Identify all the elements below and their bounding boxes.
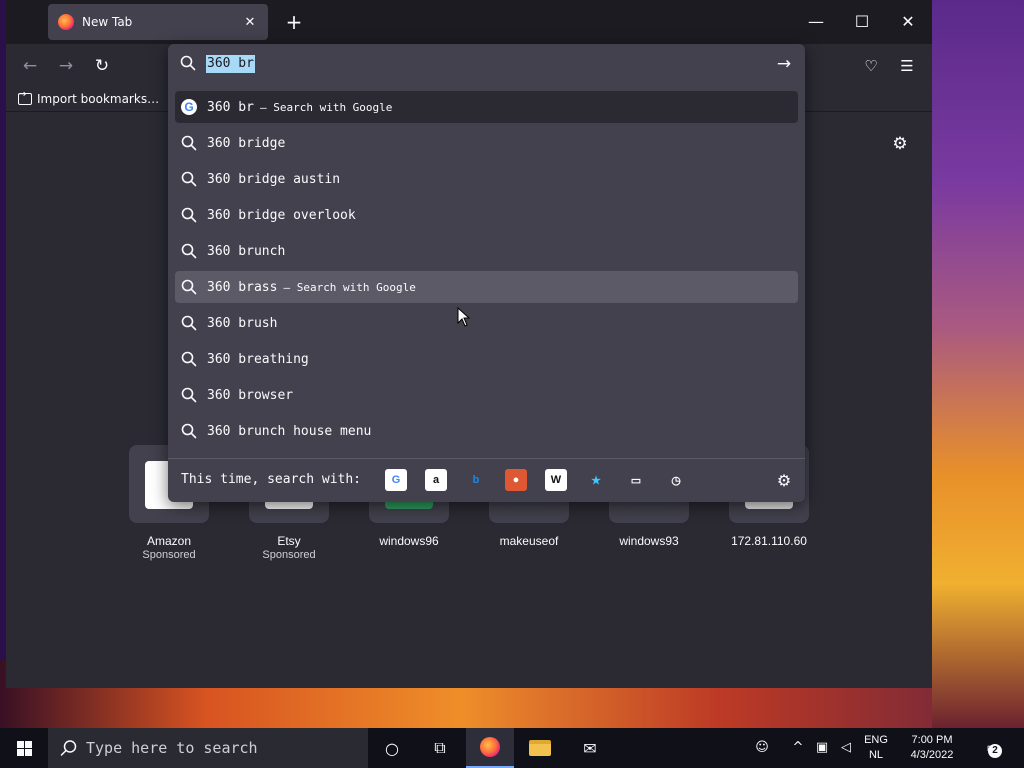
search-icon: [180, 55, 196, 71]
taskbar-search-icon: [60, 740, 77, 756]
import-bookmarks-button[interactable]: Import bookmarks…: [18, 89, 159, 109]
suggestion-row[interactable]: 360 bridge overlook: [175, 199, 798, 231]
new-tab-button[interactable]: +: [282, 10, 306, 34]
network-icon[interactable]: ▣: [812, 738, 832, 758]
import-bookmarks-label: Import bookmarks…: [37, 92, 160, 106]
maximize-button[interactable]: ☐: [842, 6, 882, 38]
tab-title: New Tab: [82, 15, 133, 29]
suggestion-text: 360 br: [207, 99, 254, 115]
taskbar-firefox-icon[interactable]: [466, 728, 514, 768]
mouse-cursor-icon: [457, 307, 471, 327]
search-icon: [180, 422, 198, 440]
notification-count-badge: 2: [988, 744, 1002, 758]
suggestion-text: 360 brunch house menu: [207, 423, 372, 439]
suggestion-row[interactable]: 360 brush: [175, 307, 798, 339]
suggestion-text: 360 breathing: [207, 351, 309, 367]
firefox-icon: [58, 14, 74, 30]
urlbar-dropdown: 360 br → G 360 br — Search with Google 360 …: [168, 44, 805, 502]
google-icon: G: [180, 98, 198, 116]
search-settings-gear-icon[interactable]: ⚙: [772, 469, 796, 493]
suggestion-text: 360 browser: [207, 387, 294, 403]
tab-new-tab[interactable]: New Tab ✕: [48, 4, 268, 40]
tabs-engine-icon[interactable]: ▭: [625, 469, 647, 491]
show-hidden-icons-chevron-icon[interactable]: ^: [788, 738, 808, 758]
suggestion-text: 360 brush: [207, 315, 278, 331]
suggestion-text: 360 bridge: [207, 135, 286, 151]
file-explorer-icon[interactable]: [516, 728, 564, 768]
menu-icon[interactable]: ☰: [893, 52, 921, 80]
input-language-indicator[interactable]: ENG NL: [862, 733, 890, 763]
suggestion-suffix: — Search with Google: [283, 280, 416, 294]
history-engine-icon[interactable]: ◷: [665, 469, 687, 491]
shortcut-sponsored-label: Sponsored: [262, 549, 316, 561]
search-icon: [180, 242, 198, 260]
suggestion-suffix: — Search with Google: [259, 100, 393, 114]
shortcut-label[interactable]: Amazon: [109, 534, 229, 548]
desktop-wallpaper-right: [932, 0, 1024, 730]
wikipedia-engine-icon[interactable]: W: [545, 469, 567, 491]
forward-button[interactable]: →: [52, 52, 80, 80]
taskbar-search-placeholder: Type here to search: [86, 739, 258, 757]
people-icon[interactable]: ☺: [752, 738, 772, 758]
shortcut-sponsored-label: Sponsored: [142, 549, 196, 561]
system-clock[interactable]: 7:00 PM 4/3/2022: [896, 733, 968, 763]
suggestion-text: 360 bridge overlook: [207, 207, 356, 223]
pocket-icon[interactable]: ♡: [857, 52, 885, 80]
search-icon: [180, 278, 198, 296]
suggestion-row[interactable]: 360 brass — Search with Google: [175, 271, 798, 303]
search-icon: [180, 386, 198, 404]
suggestion-row[interactable]: G 360 br — Search with Google: [175, 91, 798, 123]
tab-close-icon[interactable]: ✕: [242, 15, 258, 30]
close-window-button[interactable]: ✕: [888, 6, 928, 38]
go-arrow-icon[interactable]: →: [772, 52, 796, 76]
minimize-button[interactable]: —: [796, 6, 836, 38]
suggestion-row[interactable]: 360 browser: [175, 379, 798, 411]
taskbar-search-box[interactable]: Type here to search: [48, 728, 368, 768]
shortcut-label[interactable]: 172.81.110.60: [709, 534, 829, 548]
page-settings-gear-icon[interactable]: ⚙: [886, 132, 914, 156]
volume-muted-icon[interactable]: ◁: [836, 738, 856, 758]
taskbar: Type here to search ○ ⧉ ✉ ☺ ^ ▣ ◁ ENG NL…: [0, 728, 1024, 768]
urlbar-input[interactable]: 360 br: [206, 55, 255, 73]
suggestion-row[interactable]: 360 breathing: [175, 343, 798, 375]
shortcut-label[interactable]: Etsy: [229, 534, 349, 548]
clock-date: 4/3/2022: [910, 749, 954, 761]
title-bar: New Tab ✕ + — ☐ ✕: [6, 0, 932, 44]
mail-icon[interactable]: ✉: [566, 728, 614, 768]
lang-bottom: NL: [868, 749, 884, 761]
suggestion-text: 360 bridge austin: [207, 171, 341, 187]
shortcut-label[interactable]: windows96: [349, 534, 469, 548]
duckduckgo-engine-icon[interactable]: ●: [505, 469, 527, 491]
google-engine-icon[interactable]: G: [385, 469, 407, 491]
start-button[interactable]: [0, 728, 48, 768]
suggestion-list: G 360 br — Search with Google 360 bridge 360…: [175, 91, 798, 451]
urlbar-input-row: 360 br →: [168, 44, 805, 84]
suggestion-text: 360 brunch: [207, 243, 286, 259]
bing-engine-icon[interactable]: b: [465, 469, 487, 491]
task-view-icon[interactable]: ⧉: [416, 728, 464, 768]
back-button[interactable]: ←: [16, 52, 44, 80]
cortana-icon[interactable]: ○: [368, 728, 416, 768]
shortcut-label[interactable]: makeuseof: [469, 534, 589, 548]
bookmarks-engine-icon[interactable]: ★: [585, 469, 607, 491]
search-icon: [180, 350, 198, 368]
search-icon: [180, 170, 198, 188]
one-off-search-bar: This time, search with: Ga b ● W ★ ▭ ◷ ⚙: [168, 458, 805, 502]
shortcut-label[interactable]: windows93: [589, 534, 709, 548]
amazon-engine-icon[interactable]: a: [425, 469, 447, 491]
engine-bar-label: This time, search with:: [181, 472, 362, 487]
search-icon: [180, 134, 198, 152]
suggestion-row[interactable]: 360 brunch house menu: [175, 415, 798, 447]
suggestion-row[interactable]: 360 brunch: [175, 235, 798, 267]
lang-top: ENG: [864, 734, 888, 746]
search-icon: [180, 206, 198, 224]
clock-time: 7:00 PM: [911, 734, 953, 746]
suggestion-row[interactable]: 360 bridge austin: [175, 163, 798, 195]
windows-logo-icon: [16, 740, 32, 756]
suggestion-text: 360 brass: [207, 279, 278, 295]
reload-button[interactable]: ↻: [88, 52, 116, 80]
search-icon: [180, 314, 198, 332]
suggestion-row[interactable]: 360 bridge: [175, 127, 798, 159]
import-icon: [18, 89, 32, 105]
